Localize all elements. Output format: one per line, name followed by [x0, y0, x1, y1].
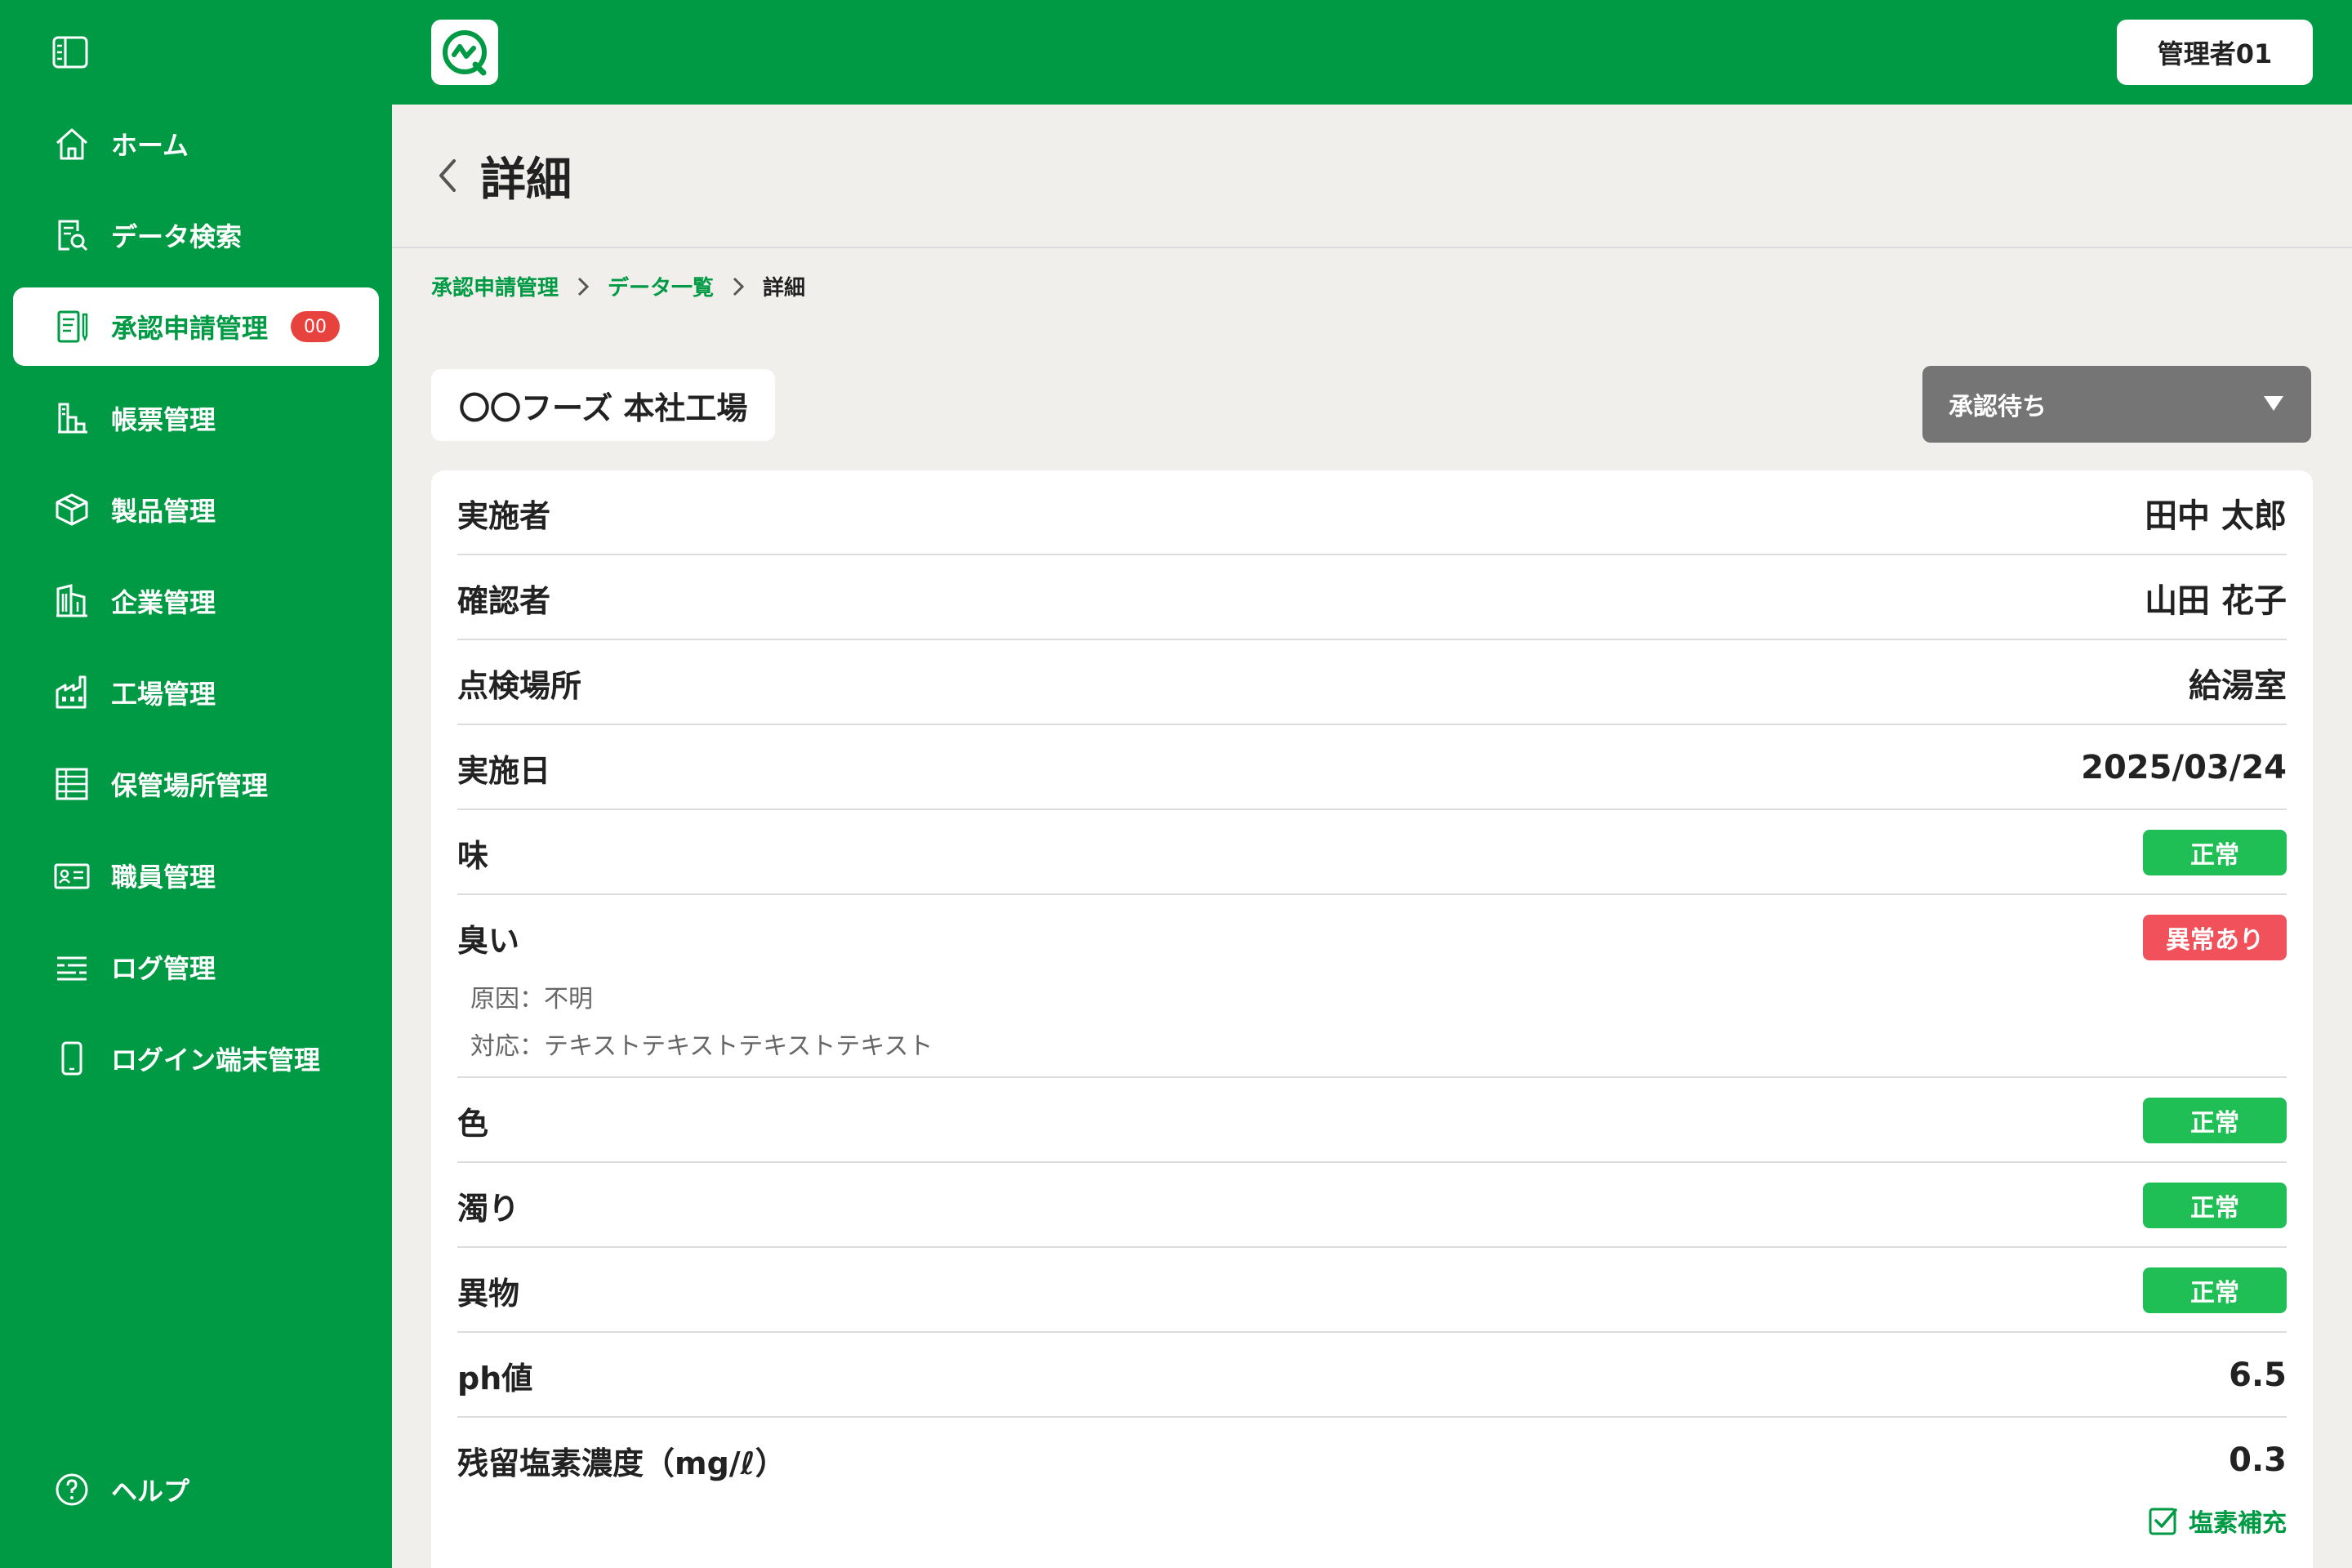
- sidebar-item-storage[interactable]: 保管場所管理: [13, 745, 379, 823]
- status-select[interactable]: 承認待ち: [1922, 366, 2311, 443]
- chevron-right-icon: [577, 276, 590, 297]
- detail-row-color: 色 正常: [457, 1078, 2287, 1163]
- status-badge-normal: 正常: [2143, 830, 2287, 875]
- sidebar-item-factory[interactable]: 工場管理: [13, 653, 379, 732]
- sidebar-item-log[interactable]: ログ管理: [13, 928, 379, 1006]
- detail-row-chlorine: 残留塩素濃度（mg/ℓ） 0.3 塩素補充: [457, 1418, 2287, 1568]
- row-label: 味: [457, 837, 489, 874]
- report-icon: [52, 399, 91, 438]
- detail-row-taste: 味 正常: [457, 810, 2287, 895]
- sidebar-item-home[interactable]: ホーム: [13, 105, 379, 183]
- detail-row-confirmer: 確認者 山田 花子: [457, 555, 2287, 640]
- row-value: 給湯室: [2189, 667, 2287, 705]
- row-value: 山田 花子: [2145, 582, 2287, 620]
- sidebar-item-label: 保管場所管理: [111, 770, 269, 801]
- sidebar-item-approval[interactable]: 承認申請管理 00: [13, 287, 379, 366]
- id-card-icon: [52, 856, 91, 895]
- row-label: ph値: [457, 1360, 533, 1396]
- detail-card: 実施者 田中 太郎 確認者 山田 花子 点検場所 給湯室 実施日 2025/03…: [431, 470, 2313, 1568]
- row-value: 田中 太郎: [2145, 497, 2287, 535]
- sidebar-item-label: データ検索: [111, 221, 243, 252]
- device-icon: [52, 1039, 91, 1078]
- data-search-icon: [52, 216, 91, 255]
- sidebar-toggle-icon[interactable]: [52, 36, 88, 69]
- sidebar-item-device[interactable]: ログイン端末管理: [13, 1019, 379, 1098]
- detail-row-date: 実施日 2025/03/24: [457, 725, 2287, 810]
- approval-icon: [52, 307, 91, 346]
- sidebar-item-label: 製品管理: [111, 496, 216, 527]
- home-icon: [52, 124, 91, 163]
- smell-cause-note: 原因：不明: [470, 985, 593, 1013]
- storage-icon: [52, 764, 91, 804]
- status-badge-abnormal: 異常あり: [2143, 915, 2287, 960]
- user-menu-button[interactable]: 管理者01: [2117, 20, 2313, 85]
- status-badge-normal: 正常: [2143, 1267, 2287, 1313]
- page-header: 詳細: [392, 105, 2352, 248]
- row-value: 0.3: [2229, 1441, 2287, 1479]
- row-label: 実施日: [457, 752, 551, 789]
- facility-name: 〇〇フーズ 本社工場: [431, 369, 776, 441]
- row-label: 色: [457, 1105, 489, 1142]
- row-label: 異物: [457, 1275, 520, 1312]
- chlorine-supplement: 塩素補充: [2148, 1503, 2287, 1539]
- sidebar-item-label: 帳票管理: [111, 404, 216, 435]
- breadcrumb-link-data-list[interactable]: データ一覧: [608, 271, 714, 301]
- sidebar-item-label: 工場管理: [111, 679, 216, 710]
- sidebar-item-staff[interactable]: 職員管理: [13, 836, 379, 915]
- row-label: 濁り: [457, 1190, 520, 1227]
- sidebar-item-company[interactable]: 企業管理: [13, 562, 379, 640]
- smell-action-note: 対応：テキストテキストテキストテキスト: [470, 1032, 933, 1061]
- status-select-value: 承認待ち: [1949, 393, 2047, 421]
- top-bar: 管理者01: [392, 0, 2352, 105]
- checkbox-checked-icon: [2148, 1505, 2179, 1536]
- detail-row-foreign-matter: 異物 正常: [457, 1248, 2287, 1333]
- sidebar-item-label: 職員管理: [111, 862, 216, 893]
- row-label: 確認者: [457, 582, 551, 619]
- row-label: 実施者: [457, 497, 551, 534]
- detail-row-performer: 実施者 田中 太郎: [457, 470, 2287, 555]
- sidebar-item-label: ヘルプ: [111, 1476, 190, 1507]
- sidebar-item-label: 企業管理: [111, 587, 216, 618]
- breadcrumb: 承認申請管理 データ一覧 詳細: [431, 271, 805, 301]
- supplement-label: 塩素補充: [2189, 1509, 2287, 1538]
- sidebar-item-report[interactable]: 帳票管理: [13, 379, 379, 457]
- back-icon[interactable]: [434, 151, 467, 200]
- status-badge-normal: 正常: [2143, 1183, 2287, 1228]
- detail-row-turbidity: 濁り 正常: [457, 1163, 2287, 1248]
- sidebar: ホーム データ検索 承認申請管理 00 帳票管理 製品管理 企業管理 工場管理 …: [0, 0, 392, 1568]
- sidebar-item-label: ログイン端末管理: [111, 1045, 321, 1076]
- notification-badge: 00: [291, 311, 341, 342]
- building-icon: [52, 581, 91, 621]
- row-label: 残留塩素濃度（mg/ℓ）: [457, 1445, 786, 1481]
- detail-row-location: 点検場所 給湯室: [457, 640, 2287, 725]
- sidebar-item-data-search[interactable]: データ検索: [13, 196, 379, 274]
- breadcrumb-link-approval[interactable]: 承認申請管理: [431, 271, 559, 301]
- sidebar-item-help[interactable]: ヘルプ: [13, 1450, 379, 1529]
- sidebar-item-label: 承認申請管理: [111, 313, 269, 344]
- status-badge-normal: 正常: [2143, 1098, 2287, 1143]
- sidebar-item-product[interactable]: 製品管理: [13, 470, 379, 549]
- row-label: 点検場所: [457, 667, 582, 704]
- row-value: 2025/03/24: [2081, 749, 2287, 786]
- row-label: 臭い: [457, 922, 520, 959]
- box-icon: [52, 490, 91, 529]
- page-title: 詳細: [480, 153, 572, 207]
- sidebar-item-label: ログ管理: [111, 953, 216, 984]
- app-logo[interactable]: [431, 20, 498, 85]
- factory-icon: [52, 673, 91, 712]
- chevron-right-icon: [732, 276, 745, 297]
- log-icon: [52, 947, 91, 987]
- caret-down-icon: [2262, 390, 2285, 419]
- help-icon: [52, 1470, 91, 1509]
- row-value: 6.5: [2229, 1356, 2287, 1394]
- detail-row-ph: ph値 6.5: [457, 1333, 2287, 1418]
- sidebar-item-label: ホーム: [111, 130, 189, 161]
- detail-row-smell: 臭い 異常あり 原因：不明 対応：テキストテキストテキストテキスト: [457, 895, 2287, 1078]
- breadcrumb-current: 詳細: [763, 276, 806, 301]
